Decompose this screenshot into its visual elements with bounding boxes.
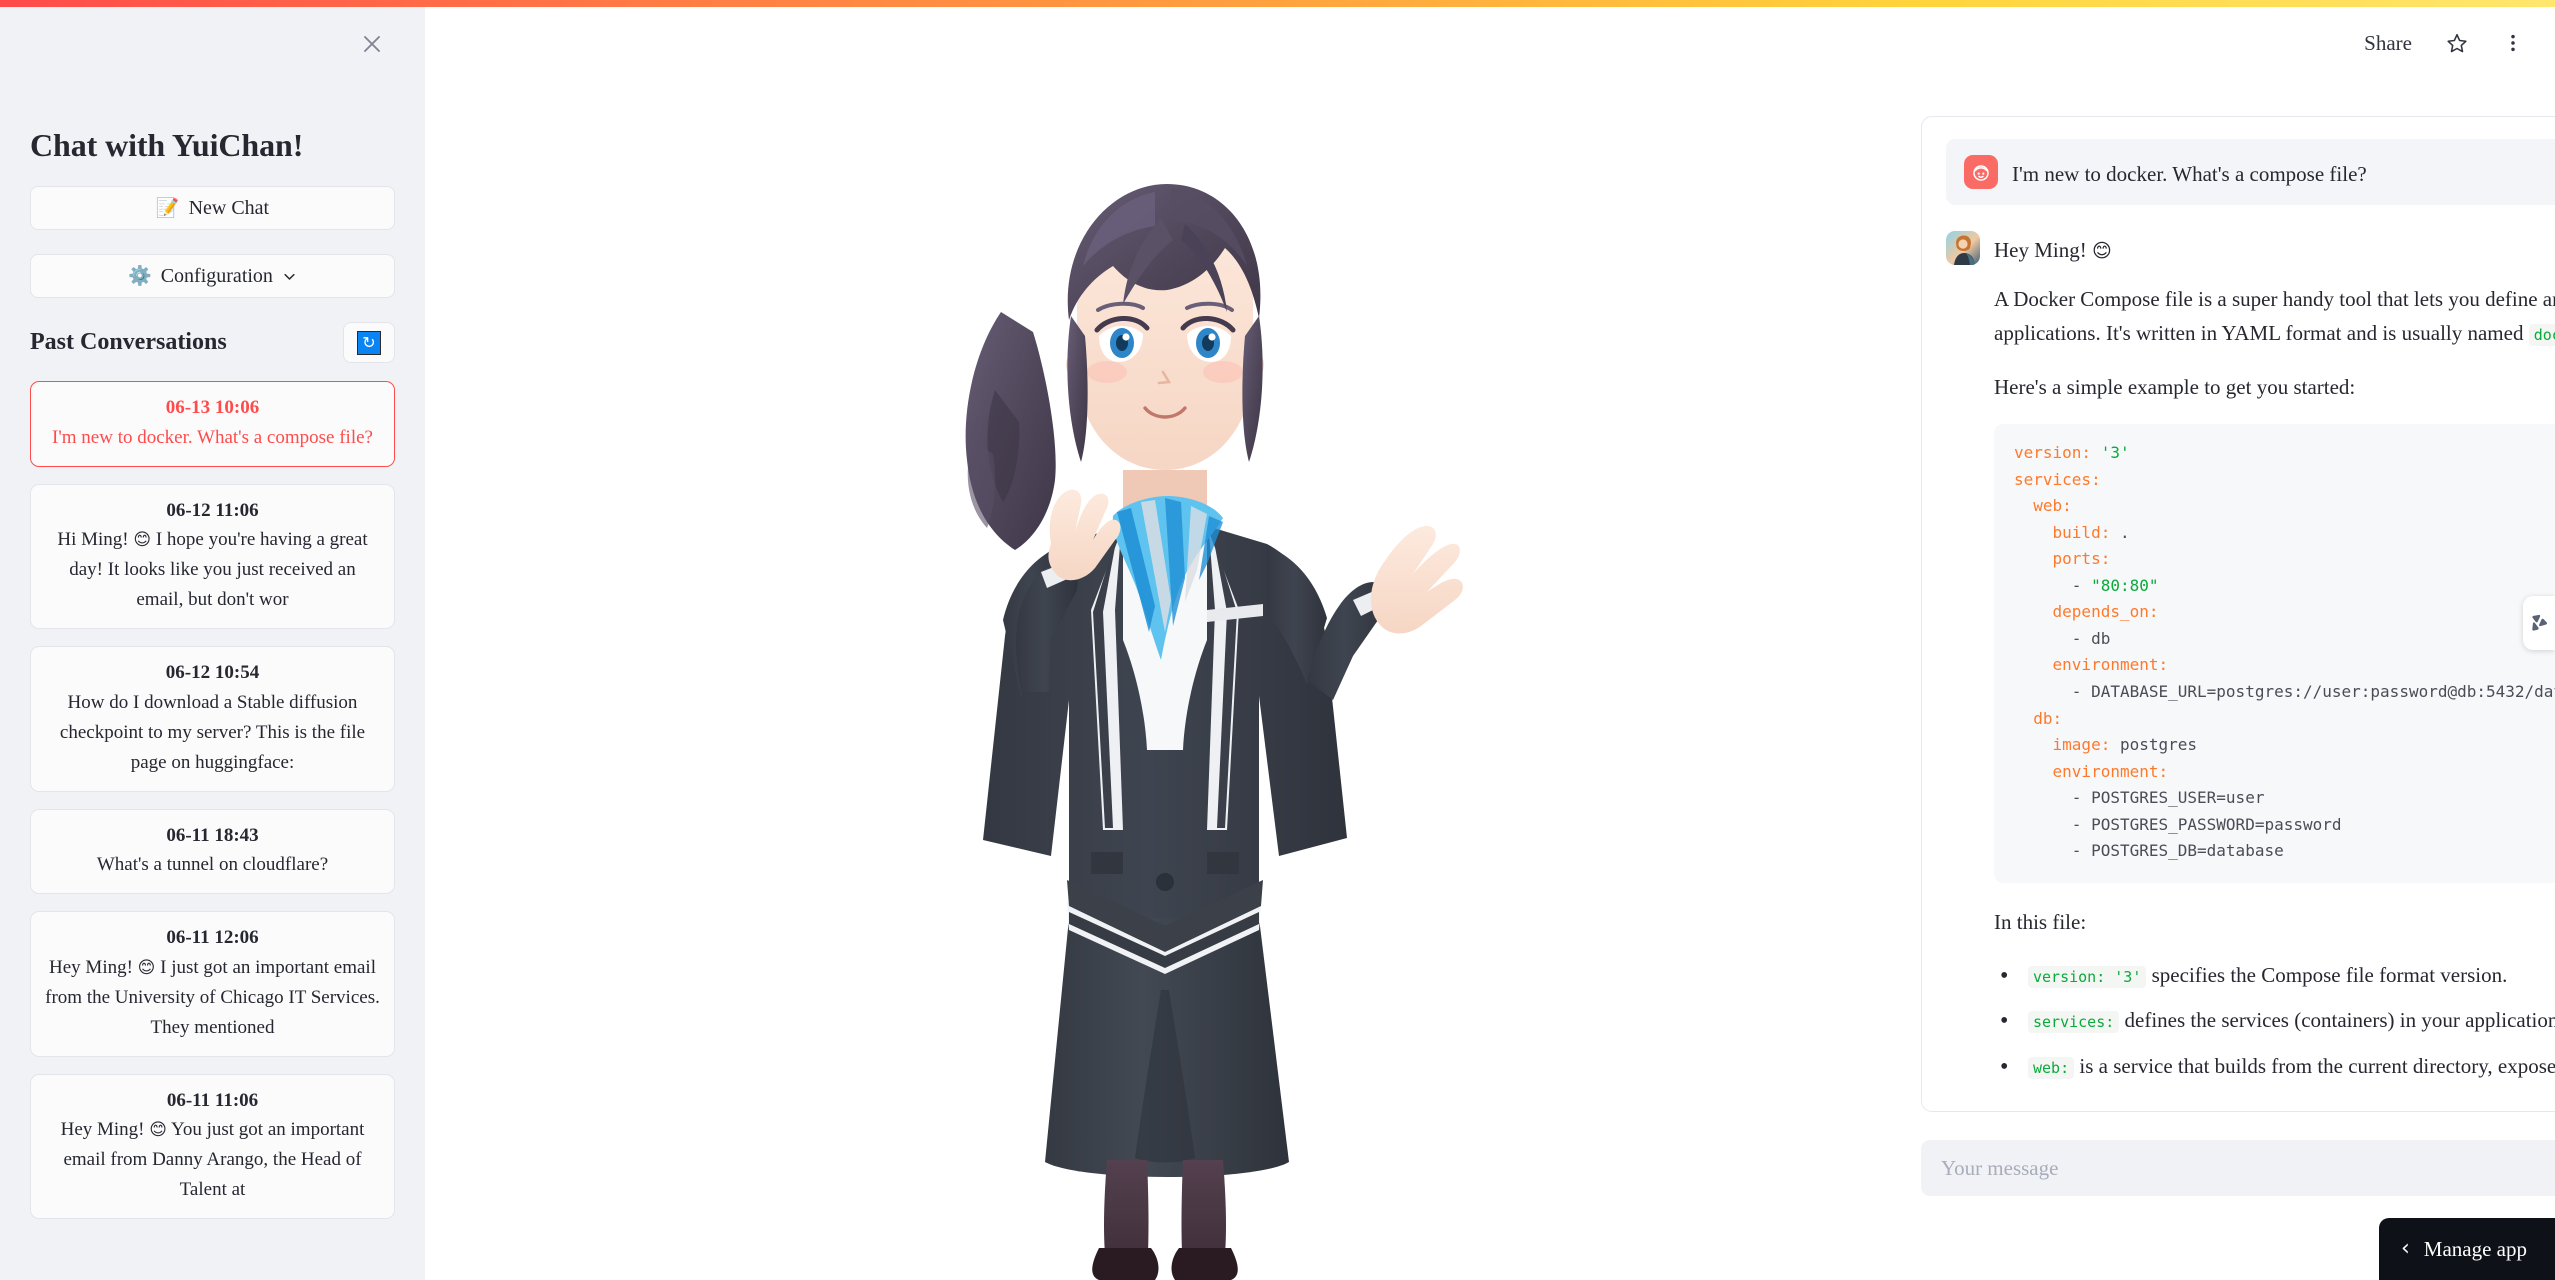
chat-message-user: I'm new to docker. What's a compose file… bbox=[1946, 139, 2555, 206]
yaml-code-block: version: '3' services: web: build: . por… bbox=[1994, 424, 2555, 883]
conversation-timestamp: 06-11 11:06 bbox=[166, 1089, 259, 1111]
explanation-list-item: services: defines the services (containe… bbox=[1994, 1002, 2555, 1040]
yuichan-illustration bbox=[855, 140, 1475, 1280]
conversation-timestamp: 06-12 11:06 bbox=[166, 499, 259, 521]
star-icon[interactable] bbox=[2440, 26, 2474, 60]
chevron-left-icon: ‹ bbox=[2400, 1236, 2410, 1261]
smiling-face-icon: 😊 bbox=[2092, 240, 2112, 263]
gear-icon: ⚙️ bbox=[128, 264, 152, 287]
inline-code-key: version: '3' bbox=[2028, 965, 2147, 988]
code-token: - POSTGRES_DB=database bbox=[2014, 841, 2284, 861]
smiling-face-icon: 😊 bbox=[149, 1120, 167, 1141]
assistant-greeting: Hey Ming! 😊 bbox=[1994, 231, 2112, 266]
conversation-timestamp: 06-13 10:06 bbox=[165, 397, 260, 419]
more-vertical-icon[interactable] bbox=[2496, 26, 2530, 60]
past-conversations-header: Past Conversations ↻ bbox=[30, 322, 395, 364]
new-chat-label: New Chat bbox=[188, 196, 270, 219]
conversation-preview: How do I download a Stable diffusion che… bbox=[59, 691, 366, 773]
conversation-timestamp: 06-12 10:54 bbox=[165, 662, 260, 684]
new-chat-button[interactable]: 📝 New Chat bbox=[30, 186, 395, 231]
explanation-list-item: web: is a service that builds from the c… bbox=[1994, 1048, 2555, 1086]
header-actions: Share bbox=[2358, 26, 2530, 60]
chat-message-assistant: Hey Ming! 😊 A Docker Compose file is a s… bbox=[1946, 231, 2555, 1086]
conversation-preview: Hey Ming! 😊 You just got an important em… bbox=[60, 1119, 365, 1201]
paragraph-1-text-a: A Docker Compose file is a super handy t… bbox=[1994, 286, 2555, 345]
assistant-body: A Docker Compose file is a super handy t… bbox=[1946, 282, 2555, 1086]
inline-code-key: services: bbox=[2028, 1011, 2120, 1034]
code-token: db: bbox=[2014, 708, 2063, 728]
smiling-face-icon: 😊 bbox=[133, 530, 152, 551]
code-token: web: bbox=[2014, 496, 2072, 516]
assistant-greeting-text: Hey Ming! bbox=[1994, 238, 2087, 263]
memo-icon: 📝 bbox=[155, 196, 180, 219]
message-input-bar[interactable] bbox=[1921, 1140, 2555, 1196]
code-token: '3' bbox=[2100, 443, 2130, 463]
conversation-timestamp: 06-11 18:43 bbox=[166, 824, 259, 846]
code-token: depends_on: bbox=[2014, 602, 2159, 622]
conversation-list-item[interactable]: 06-13 10:06 I'm new to docker. What's a c… bbox=[30, 381, 395, 467]
code-token: build: bbox=[2014, 522, 2111, 542]
code-token: postgres bbox=[2110, 735, 2198, 755]
page-title: Chat with YuiChan! bbox=[30, 127, 304, 163]
code-token: "80:80" bbox=[2091, 575, 2159, 595]
conversation-preview: Hey Ming! 😊 I just got an important emai… bbox=[45, 956, 380, 1038]
conversation-list-item[interactable]: 06-11 18:43 What's a tunnel on cloudflare… bbox=[30, 808, 395, 895]
code-token: version: bbox=[2014, 443, 2092, 463]
conversation-preview: I'm new to docker. What's a compose file… bbox=[52, 426, 373, 448]
conversation-list-item[interactable]: 06-11 12:06 Hey Ming! 😊 I just got an imp… bbox=[30, 911, 395, 1057]
chat-transcript: I'm new to docker. What's a compose file… bbox=[1921, 116, 2555, 1112]
past-conversations-label: Past Conversations bbox=[30, 329, 227, 356]
code-token: - db bbox=[2014, 628, 2111, 648]
conversation-list: 06-13 10:06 I'm new to docker. What's a c… bbox=[30, 381, 395, 1220]
refresh-button[interactable]: ↻ bbox=[343, 322, 395, 364]
code-token: . bbox=[2110, 522, 2130, 542]
smiling-face-icon: 😊 bbox=[137, 957, 156, 978]
code-token: environment: bbox=[2014, 761, 2169, 781]
sidebar-content: Chat with YuiChan! 📝 New Chat ⚙️ Configu… bbox=[0, 126, 425, 1280]
close-icon[interactable] bbox=[353, 25, 391, 63]
code-token: environment: bbox=[2014, 655, 2169, 675]
assistant-paragraph-2: Here's a simple example to get you start… bbox=[1994, 375, 2356, 400]
conversation-list-item[interactable]: 06-12 11:06 Hi Ming! 😊 I hope you're havi… bbox=[30, 483, 395, 630]
configuration-label: Configuration bbox=[160, 264, 273, 287]
chevron-down-icon bbox=[284, 273, 295, 280]
code-token: - bbox=[2014, 575, 2092, 595]
refresh-icon: ↻ bbox=[357, 330, 381, 355]
inline-code-filename: docker-compose.yml bbox=[2528, 324, 2555, 346]
code-token: - POSTGRES_USER=user bbox=[2014, 788, 2265, 808]
manage-app-button[interactable]: ‹ Manage app bbox=[2378, 1218, 2555, 1280]
code-token: services: bbox=[2014, 469, 2101, 489]
manage-app-label: Manage app bbox=[2423, 1236, 2527, 1261]
assistant-paragraph-1: A Docker Compose file is a super handy t… bbox=[1994, 282, 2555, 350]
code-token: ports: bbox=[2014, 549, 2111, 569]
streamlit-logo-icon[interactable] bbox=[2523, 596, 2555, 650]
message-input[interactable] bbox=[1941, 1155, 2555, 1181]
explanation-list-item: version: '3' specifies the Compose file … bbox=[1994, 957, 2555, 995]
code-token: - DATABASE_URL=postgres://user:password@… bbox=[2014, 681, 2555, 701]
code-token: - POSTGRES_PASSWORD=password bbox=[2014, 814, 2342, 834]
configuration-button[interactable]: ⚙️ Configuration bbox=[30, 254, 395, 299]
user-face-icon bbox=[1964, 155, 1998, 189]
main-content: Share I'm new to docker. What's a compos… bbox=[425, 0, 2555, 1280]
sidebar: Chat with YuiChan! 📝 New Chat ⚙️ Configu… bbox=[0, 0, 425, 1280]
inline-code-key: web: bbox=[2028, 1056, 2075, 1079]
conversation-timestamp: 06-11 12:06 bbox=[166, 927, 259, 949]
conversation-list-item[interactable]: 06-12 10:54 How do I download a Stable di… bbox=[30, 646, 395, 792]
conversation-list-item[interactable]: 06-11 11:06 Hey Ming! 😊 You just got an i… bbox=[30, 1073, 395, 1220]
character-avatar bbox=[1946, 231, 1980, 266]
conversation-preview: What's a tunnel on cloudflare? bbox=[96, 854, 329, 876]
in-this-file-label: In this file: bbox=[1994, 909, 2087, 934]
assistant-header: Hey Ming! 😊 bbox=[1946, 231, 2555, 266]
top-accent-gradient-bar bbox=[0, 0, 2555, 7]
explanation-list: version: '3' specifies the Compose file … bbox=[1994, 957, 2555, 1086]
share-button[interactable]: Share bbox=[2358, 29, 2418, 58]
user-message-text: I'm new to docker. What's a compose file… bbox=[2012, 162, 2367, 186]
conversation-preview: Hi Ming! 😊 I hope you're having a great … bbox=[57, 529, 368, 611]
code-token: image: bbox=[2014, 735, 2111, 755]
